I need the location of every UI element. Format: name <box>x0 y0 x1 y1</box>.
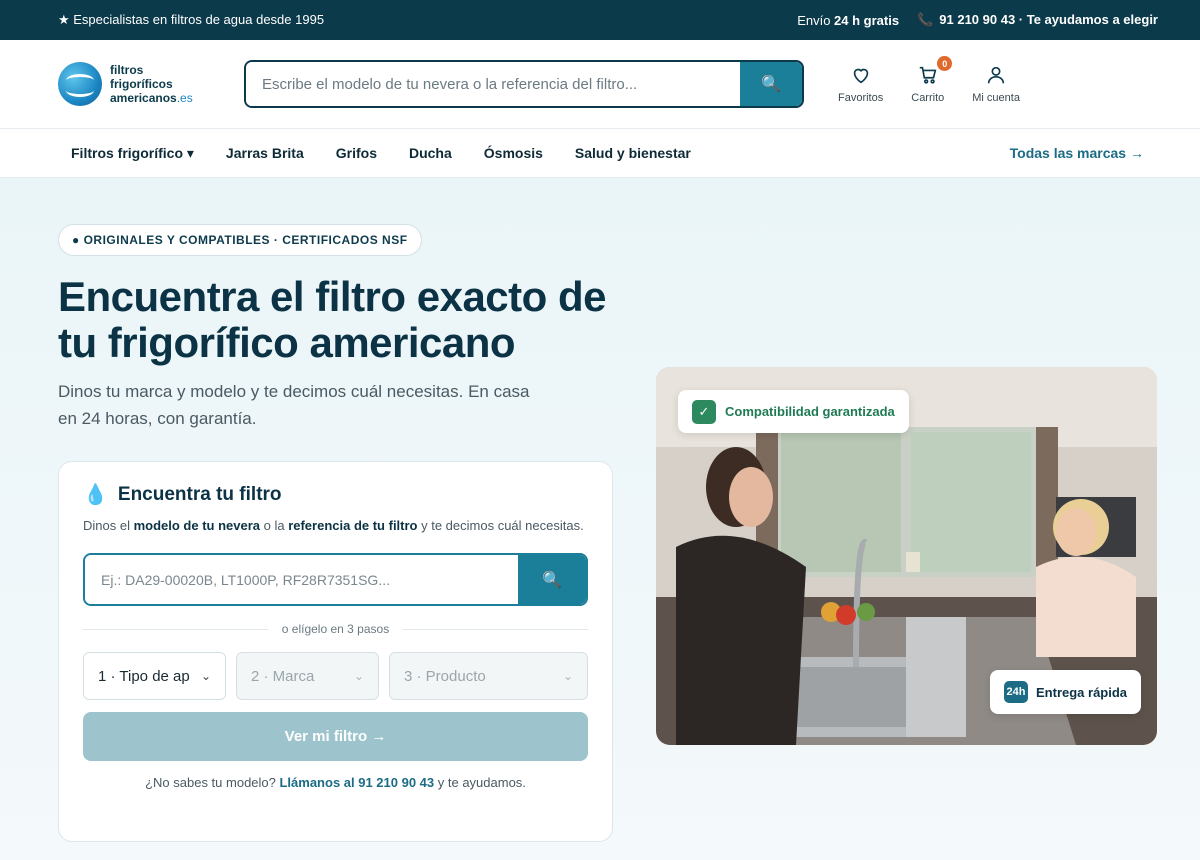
product-value: 3 · Producto <box>404 667 486 685</box>
user-icon <box>987 66 1005 84</box>
header-search: 🔍 <box>244 60 804 108</box>
shipping-info: Envío 24 h gratis <box>797 13 899 28</box>
logo-line-2: frigoríficos <box>110 77 173 91</box>
logo-line-3: americanos <box>110 91 177 105</box>
certification-pill: ● ORIGINALES Y COMPATIBLES · CERTIFICADO… <box>58 224 422 256</box>
search-icon: 🔍 <box>542 571 562 589</box>
help-text: · Te ayudamos a elegir <box>1018 12 1158 27</box>
check-icon: ✓ <box>692 399 716 424</box>
heart-icon <box>853 68 868 84</box>
phone-block[interactable]: 📞 91 210 90 43 · Te ayudamos a elegir <box>917 12 1158 28</box>
favorites-button[interactable]: Favoritos <box>838 64 883 104</box>
header-search-button[interactable]: 🔍 <box>740 62 802 106</box>
help-text-2: y te ayudamos. <box>434 775 526 790</box>
help-line: ¿No sabes tu modelo? Llámanos al 91 210 … <box>83 775 588 790</box>
finder-desc-bold-1: modelo de tu nevera <box>133 518 260 533</box>
product-select[interactable]: 3 · Producto ⌄ <box>389 652 588 700</box>
see-my-filter-button[interactable]: Ver mi filtro → <box>83 712 588 761</box>
help-text-1: ¿No sabes tu modelo? <box>145 775 280 790</box>
shipping-bold: 24 h gratis <box>834 12 900 28</box>
nav-item-jarras-brita[interactable]: Jarras Brita <box>226 145 304 162</box>
finder-title: 💧 Encuentra tu filtro <box>83 482 588 507</box>
appliance-type-select[interactable]: 1 · Tipo de ap ⌄ <box>83 652 226 700</box>
cart-button[interactable]: 0 Carrito <box>911 56 953 104</box>
logo-line-1: filtros <box>110 63 144 77</box>
header-search-input[interactable] <box>246 62 740 106</box>
topbar-right: Envío 24 h gratis 📞 91 210 90 43 · Te ayu… <box>797 12 1158 28</box>
shipping-prefix: Envío <box>797 12 835 28</box>
logo-icon <box>58 62 102 106</box>
finder-search: 🔍 <box>83 553 588 606</box>
nav-item-osmosis[interactable]: Ósmosis <box>484 145 543 162</box>
all-brands-link[interactable]: Todas las marcas → <box>1010 145 1144 161</box>
search-icon: 🔍 <box>761 76 781 93</box>
finder-search-button[interactable]: 🔍 <box>518 555 586 604</box>
finder-desc-bold-2: referencia de tu filtro <box>288 518 418 533</box>
compatibility-badge: ✓ Compatibilidad garantizada <box>678 390 909 433</box>
water-drop-icon: 💧 <box>83 484 108 506</box>
main-nav: Filtros frigorífico ▾ Jarras Brita Grifo… <box>0 129 1200 178</box>
hero-lead: Dinos tu marca y modelo y te decimos cuá… <box>58 382 530 428</box>
nav-item-filtros-frigorifico[interactable]: Filtros frigorífico ▾ <box>71 145 194 162</box>
top-bar: ★ Especialistas en filtros de agua desde… <box>0 0 1200 40</box>
logo-text: filtros frigoríficos americanos.es <box>110 63 193 105</box>
favorites-label: Favoritos <box>838 92 884 104</box>
finder-desc-2: o la <box>260 518 289 533</box>
nav-items: Filtros frigorífico ▾ Jarras Brita Grifo… <box>71 145 691 162</box>
nav-item-grifos[interactable]: Grifos <box>336 145 377 162</box>
logo-tld: .es <box>176 91 193 105</box>
finder-desc-3: y te decimos cuál necesitas. <box>417 518 584 533</box>
header-icons: Favoritos 0 Carrito Mi cuenta <box>838 56 1020 104</box>
account-label: Mi cuenta <box>972 92 1020 104</box>
steps-divider: o elígelo en 3 pasos <box>83 622 588 636</box>
finder-desc-1: Dinos el <box>83 518 134 533</box>
compatibility-text: Compatibilidad garantizada <box>725 404 895 419</box>
nav-item-ducha[interactable]: Ducha <box>409 145 452 162</box>
hero-title: Encuentra el filtro exacto de tu frigorí… <box>58 273 607 366</box>
appliance-type-value: 1 · Tipo de ap <box>98 667 190 685</box>
phone-number[interactable]: 91 210 90 43 <box>939 12 1015 27</box>
finder-description: Dinos el modelo de tu nevera o la refere… <box>83 515 588 537</box>
chevron-down-icon: ⌄ <box>353 669 364 683</box>
finder-search-input[interactable] <box>85 555 518 604</box>
brand-select[interactable]: 2 · Marca ⌄ <box>236 652 379 700</box>
fast-delivery-text: Entrega rápida <box>1036 684 1128 700</box>
header: filtros frigoríficos americanos.es 🔍 Fav… <box>0 40 1200 129</box>
chevron-down-icon: ⌄ <box>200 669 211 683</box>
brand-value: 2 · Marca <box>251 667 315 685</box>
call-link[interactable]: Llámanos al 91 210 90 43 <box>279 775 434 790</box>
cart-count-badge: 0 <box>937 56 953 71</box>
nav-item-salud[interactable]: Salud y bienestar <box>575 145 691 162</box>
account-button[interactable]: Mi cuenta <box>972 64 1020 104</box>
filter-finder-card: 💧 Encuentra tu filtro Dinos el modelo de… <box>58 461 613 842</box>
phone-icon: 📞 <box>917 12 934 27</box>
hero: ● ORIGINALES Y COMPATIBLES · CERTIFICADO… <box>0 178 1200 860</box>
step-selects: 1 · Tipo de ap ⌄ 2 · Marca ⌄ 3 · Producto ⌄ <box>83 652 588 700</box>
cart-label: Carrito <box>911 92 945 104</box>
tagline: ★ Especialistas en filtros de agua desde… <box>58 12 325 27</box>
logo[interactable]: filtros frigoríficos americanos.es <box>58 62 244 106</box>
fast-delivery-badge: 24h Entrega rápida <box>990 670 1142 714</box>
chevron-down-icon: ⌄ <box>562 669 573 683</box>
finder-title-text: Encuentra tu filtro <box>117 483 282 505</box>
cart-icon <box>919 66 937 84</box>
24h-icon: 24h <box>1004 681 1028 703</box>
